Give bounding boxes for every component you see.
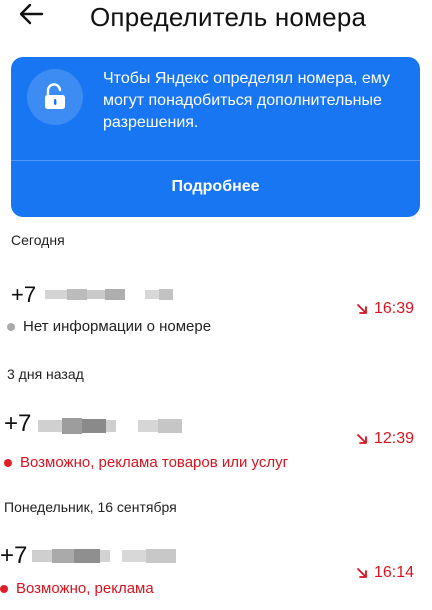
section-header-today: Сегодня xyxy=(11,232,65,248)
redacted-number xyxy=(32,549,176,563)
section-header-3-days-ago: 3 дня назад xyxy=(7,366,84,382)
caller-status-text: Нет информации о номере xyxy=(23,318,212,335)
permission-banner: Чтобы Яндекс определял номера, ему могут… xyxy=(11,57,420,217)
banner-text: Чтобы Яндекс определял номера, ему могут… xyxy=(103,70,390,131)
call-time: 12:39 xyxy=(356,430,414,448)
caller-status: Возможно, реклама товаров или услуг xyxy=(4,454,288,471)
phone-number: +7 xyxy=(0,542,27,570)
missed-call-arrow-icon xyxy=(357,433,367,444)
back-arrow-icon xyxy=(19,3,44,25)
unlock-icon-container xyxy=(27,69,83,125)
banner-divider xyxy=(11,160,420,161)
phone-number: +7 xyxy=(11,282,36,308)
app-bar: Определитель номера xyxy=(0,0,432,44)
call-item[interactable]: +7 12:39 Возможно, реклама товаров или у… xyxy=(0,408,432,478)
number-prefix: +7 xyxy=(4,410,32,437)
status-dot xyxy=(0,584,8,593)
back-button[interactable] xyxy=(18,0,54,28)
status-dot xyxy=(4,458,12,467)
call-time: 16:14 xyxy=(356,564,414,582)
number-prefix: +7 xyxy=(11,282,37,307)
caller-status: Возможно, реклама xyxy=(0,580,154,597)
call-time: 16:39 xyxy=(356,300,414,318)
call-item[interactable]: +7 16:14 Возможно, реклама xyxy=(0,540,432,610)
caller-status-text: Возможно, реклама xyxy=(16,580,154,597)
section-header-monday: Понедельник, 16 сентября xyxy=(4,499,177,515)
missed-call-arrow-icon xyxy=(357,303,367,314)
page-title: Определитель номера xyxy=(90,2,367,32)
call-item[interactable]: +7 16:39 Нет информации о номере xyxy=(0,280,432,340)
status-dot xyxy=(7,322,15,331)
call-time-text: 16:39 xyxy=(373,300,414,317)
call-time-text: 16:14 xyxy=(373,564,414,581)
unlock-icon xyxy=(45,83,65,109)
redacted-number xyxy=(45,289,173,300)
more-info-button[interactable]: Подробнее xyxy=(11,165,420,209)
redacted-number xyxy=(38,418,182,434)
caller-status: Нет информации о номере xyxy=(7,318,211,335)
number-prefix: +7 xyxy=(0,542,28,569)
missed-call-arrow-icon xyxy=(357,567,367,578)
call-time-text: 12:39 xyxy=(373,430,414,447)
phone-number: +7 xyxy=(4,410,31,438)
caller-status-text: Возможно, реклама товаров или услуг xyxy=(20,454,289,471)
